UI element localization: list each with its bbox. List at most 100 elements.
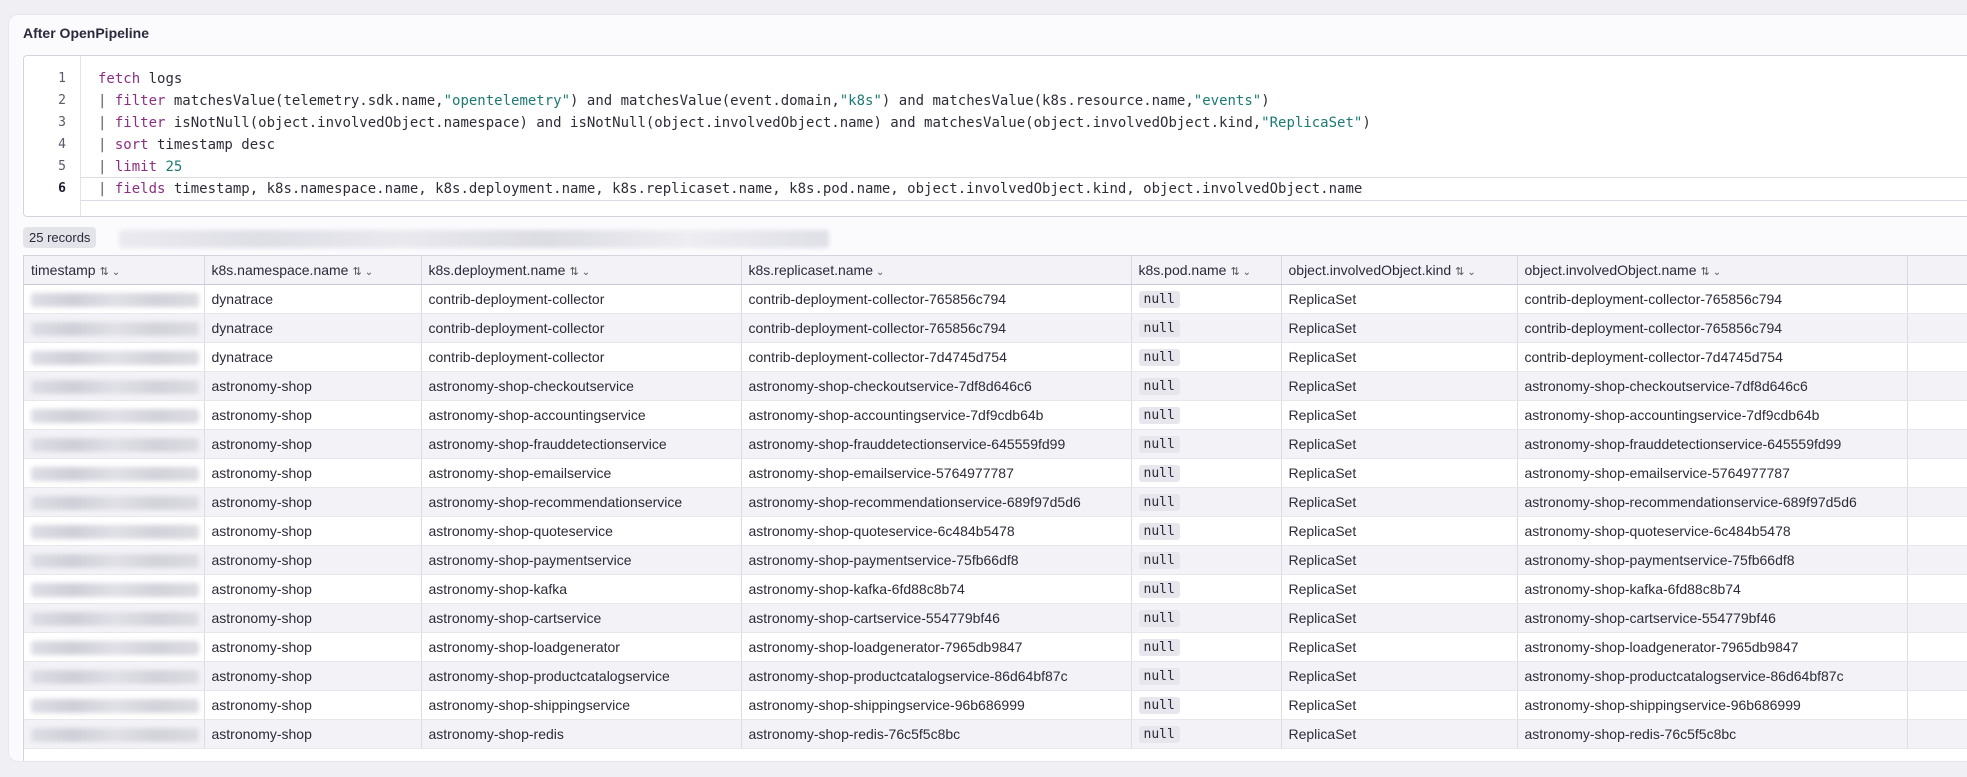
- cell-filler: [1907, 458, 1967, 488]
- null-badge: null: [1138, 436, 1180, 453]
- cell-filler: [1907, 400, 1967, 430]
- cell-timestamp: [24, 545, 205, 575]
- table-row[interactable]: astronomy-shop astronomy-shop-shippingser…: [24, 690, 1967, 720]
- table-row[interactable]: astronomy-shop astronomy-shop-recommendat…: [24, 487, 1967, 517]
- table-row[interactable]: astronomy-shop astronomy-shop-emailservic…: [24, 458, 1967, 488]
- column-header-k8s-namespace-name[interactable]: k8s.namespace.name ⇅ ⌄: [204, 256, 422, 285]
- sort-icon[interactable]: ⇅: [352, 266, 361, 278]
- table-row[interactable]: astronomy-shop astronomy-shop-checkoutser…: [24, 371, 1967, 401]
- code-line-2[interactable]: | filter matchesValue(telemetry.sdk.name…: [98, 90, 1270, 112]
- column-header-label: object.involvedObject.name: [1524, 262, 1697, 278]
- sort-icon[interactable]: ⇅: [1230, 266, 1239, 278]
- cell-filler: [1907, 690, 1967, 720]
- cell-namespace: astronomy-shop: [204, 516, 422, 546]
- code-line-4[interactable]: | sort timestamp desc: [98, 134, 275, 156]
- redacted-timestamp: [31, 728, 199, 743]
- table-row[interactable]: dynatrace contrib-deployment-collector con…: [24, 342, 1967, 372]
- cell-replicaset: astronomy-shop-shippingservice-96b686999: [741, 690, 1132, 720]
- table-row[interactable]: dynatrace contrib-deployment-collector con…: [24, 284, 1967, 314]
- cell-object-name: astronomy-shop-productcatalogservice-86d…: [1517, 661, 1908, 691]
- chevron-down-icon[interactable]: ⌄: [112, 267, 120, 278]
- code-keyword: sort: [114, 137, 149, 153]
- cell-namespace: astronomy-shop: [204, 661, 422, 691]
- cell-replicaset: contrib-deployment-collector-7d4745d754: [741, 342, 1132, 372]
- table-row[interactable]: astronomy-shop astronomy-shop-cartservice…: [24, 603, 1967, 633]
- column-header-label: timestamp: [31, 262, 96, 278]
- cell-object-name: astronomy-shop-quoteservice-6c484b5478: [1517, 516, 1908, 546]
- cell-deployment: contrib-deployment-collector: [421, 284, 742, 314]
- cell-timestamp: [24, 661, 205, 691]
- table-row[interactable]: astronomy-shop astronomy-shop-kafka astron…: [24, 574, 1967, 604]
- cell-object-name: contrib-deployment-collector-765856c794: [1517, 284, 1908, 314]
- table-row[interactable]: astronomy-shop astronomy-shop-paymentserv…: [24, 545, 1967, 575]
- column-header-object-involvedobject-kind[interactable]: object.involvedObject.kind ⇅ ⌄: [1281, 256, 1518, 285]
- cell-namespace: astronomy-shop: [204, 719, 422, 749]
- cell-timestamp: [24, 313, 205, 343]
- cell-object-name: contrib-deployment-collector-765856c794: [1517, 313, 1908, 343]
- chevron-down-icon[interactable]: ⌄: [365, 267, 373, 278]
- chevron-down-icon[interactable]: ⌄: [1467, 267, 1475, 278]
- results-table[interactable]: timestamp ⇅ ⌄ k8s.namespace.name ⇅ ⌄ k8s.deplo…: [23, 255, 1967, 761]
- table-row[interactable]: astronomy-shop astronomy-shop-productcata…: [24, 661, 1967, 691]
- table-row[interactable]: astronomy-shop astronomy-shop-redis astron…: [24, 719, 1967, 749]
- column-header-timestamp[interactable]: timestamp ⇅ ⌄: [24, 256, 205, 285]
- cell-object-name: astronomy-shop-paymentservice-75fb66df8: [1517, 545, 1908, 575]
- cell-pod-name: null: [1131, 429, 1282, 459]
- sort-icon[interactable]: ⇅: [100, 266, 109, 278]
- cell-pod-name: null: [1131, 284, 1282, 314]
- cell-pod-name: null: [1131, 342, 1282, 372]
- cell-namespace: astronomy-shop: [204, 545, 422, 575]
- cell-filler: [1907, 603, 1967, 633]
- cell-pod-name: null: [1131, 545, 1282, 575]
- table-row[interactable]: astronomy-shop astronomy-shop-loadgenerat…: [24, 632, 1967, 662]
- chevron-down-icon[interactable]: ⌄: [1243, 267, 1251, 278]
- code-text: ) and matchesValue(k8s.resource.name,: [881, 93, 1194, 109]
- cell-object-name: astronomy-shop-kafka-6fd88c8b74: [1517, 574, 1908, 604]
- column-header-object-involvedobject-name[interactable]: object.involvedObject.name ⇅ ⌄: [1517, 256, 1908, 285]
- cell-filler: [1907, 313, 1967, 343]
- column-header-label: object.involvedObject.kind: [1288, 262, 1452, 278]
- cell-object-name: astronomy-shop-frauddetectionservice-645…: [1517, 429, 1908, 459]
- sort-icon[interactable]: ⇅: [1701, 266, 1710, 278]
- column-header-label: k8s.replicaset.name: [748, 262, 874, 278]
- code-line-6[interactable]: | fields timestamp, k8s.namespace.name, …: [81, 177, 1967, 201]
- cell-pod-name: null: [1131, 603, 1282, 633]
- cell-object-name: astronomy-shop-loadgenerator-7965db9847: [1517, 632, 1908, 662]
- table-row[interactable]: dynatrace contrib-deployment-collector con…: [24, 313, 1967, 343]
- cell-deployment: astronomy-shop-shippingservice: [421, 690, 742, 720]
- chevron-down-icon[interactable]: ⌄: [876, 267, 884, 278]
- null-badge: null: [1138, 697, 1180, 714]
- column-header-k8s-deployment-name[interactable]: k8s.deployment.name ⇅ ⌄: [421, 256, 742, 285]
- chevron-down-icon[interactable]: ⌄: [582, 267, 590, 278]
- query-editor[interactable]: 1 2 3 4 5 6 fetch logs | filter matchesV…: [23, 55, 1967, 217]
- cell-timestamp: [24, 574, 205, 604]
- sort-icon[interactable]: ⇅: [569, 266, 578, 278]
- cell-replicaset: astronomy-shop-cartservice-554779bf46: [741, 603, 1132, 633]
- code-text: ) and matchesValue(event.domain,: [570, 93, 840, 109]
- code-pipe: |: [98, 159, 115, 175]
- table-row[interactable]: astronomy-shop astronomy-shop-quoteservic…: [24, 516, 1967, 546]
- column-header-k8s-replicaset-name[interactable]: k8s.replicaset.name ⌄: [741, 256, 1132, 285]
- chevron-down-icon[interactable]: ⌄: [1713, 267, 1721, 278]
- cell-object-name: contrib-deployment-collector-7d4745d754: [1517, 342, 1908, 372]
- line-number: 5: [58, 159, 66, 174]
- cell-deployment: astronomy-shop-productcatalogservice: [421, 661, 742, 691]
- cell-timestamp: [24, 487, 205, 517]
- redacted-timestamp: [31, 670, 199, 685]
- sort-icon[interactable]: ⇅: [1455, 266, 1464, 278]
- cell-replicaset: astronomy-shop-kafka-6fd88c8b74: [741, 574, 1132, 604]
- code-line-1[interactable]: fetch logs: [98, 68, 182, 90]
- cell-deployment: astronomy-shop-kafka: [421, 574, 742, 604]
- cell-namespace: astronomy-shop: [204, 487, 422, 517]
- column-header-k8s-pod-name[interactable]: k8s.pod.name ⇅ ⌄: [1131, 256, 1282, 285]
- code-line-5[interactable]: | limit 25: [98, 156, 182, 178]
- cell-filler: [1907, 429, 1967, 459]
- table-row[interactable]: astronomy-shop astronomy-shop-accountings…: [24, 400, 1967, 430]
- cell-kind: ReplicaSet: [1281, 458, 1518, 488]
- code-line-3[interactable]: | filter isNotNull(object.involvedObject…: [98, 112, 1371, 134]
- null-badge: null: [1138, 320, 1180, 337]
- cell-filler: [1907, 632, 1967, 662]
- line-number-gutter: 1 2 3 4 5 6: [24, 56, 81, 216]
- cell-namespace: astronomy-shop: [204, 632, 422, 662]
- table-row[interactable]: astronomy-shop astronomy-shop-frauddetect…: [24, 429, 1967, 459]
